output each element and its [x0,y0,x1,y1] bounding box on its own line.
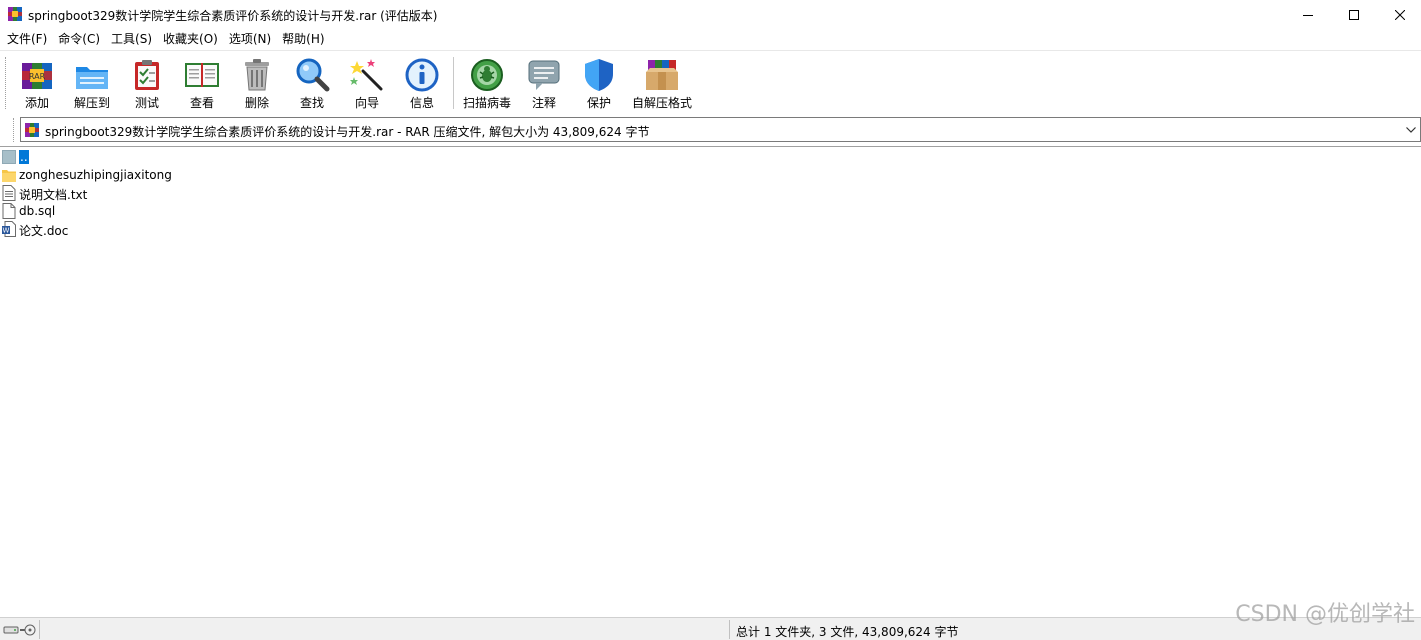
maximize-icon [1349,9,1359,20]
address-bar[interactable]: springboot329数计学院学生综合素质评价系统的设计与开发.rar - … [20,117,1421,142]
comment-button[interactable]: 注释 [522,55,566,111]
status-selection-area [40,620,730,639]
toolbar: RAR 添加 解压到 测试 查看 删除 查找 向导 信息 扫描病毒 注释 保护 … [0,50,1421,114]
status-bar: 总计 1 文件夹, 3 文件, 43,809,624 字节 [0,617,1421,640]
magnifier-icon [296,58,330,92]
delete-button[interactable]: 删除 [235,55,279,111]
delete-label: 删除 [244,96,269,110]
view-button[interactable]: 查看 [180,55,224,111]
find-label: 查找 [299,96,324,110]
text-file-icon [2,185,16,201]
winrar-app-icon[interactable] [8,7,22,21]
test-clipboard-icon [135,60,159,90]
svg-text:RAR: RAR [29,72,46,81]
file-name: db.sql [19,204,56,218]
file-row-txt[interactable]: 说明文档.txt [0,184,300,202]
file-name: .. [19,150,29,164]
shield-icon [585,59,613,91]
blank-file-icon [2,203,16,219]
word-doc-icon: W [2,221,16,237]
title-bar: springboot329数计学院学生综合素质评价系统的设计与开发.rar (评… [0,0,1421,29]
address-bar-grip[interactable] [13,118,16,142]
file-list[interactable]: .. zonghesuzhipingjiaxitong 说明文档.txt db.… [0,146,1421,616]
comment-label: 注释 [531,96,556,110]
comment-icon [528,60,560,90]
menu-commands[interactable]: 命令(C) [52,29,105,49]
menu-file[interactable]: 文件(F) [1,29,52,49]
virus-scan-label: 扫描病毒 [462,96,511,110]
minimize-icon [1303,14,1313,16]
sfx-box-icon [646,60,678,90]
wizard-label: 向导 [354,96,379,110]
maximize-button[interactable] [1331,0,1377,29]
file-name: 说明文档.txt [19,188,88,202]
find-button[interactable]: 查找 [290,55,334,111]
address-dropdown-button[interactable] [1404,121,1418,139]
sfx-label: 自解压格式 [631,96,692,110]
file-row-parent[interactable]: .. [0,148,300,166]
file-row-sql[interactable]: db.sql [0,202,300,220]
parent-folder-icon [2,150,16,164]
address-bar-container: springboot329数计学院学生综合素质评价系统的设计与开发.rar - … [0,114,1421,146]
toolbar-grip[interactable] [5,57,8,109]
wizard-button[interactable]: 向导 [345,55,389,111]
view-book-icon [185,63,219,87]
view-label: 查看 [189,96,214,110]
close-button[interactable] [1377,0,1421,29]
test-label: 测试 [134,96,159,110]
extract-to-label: 解压到 [73,96,110,110]
file-row-folder[interactable]: zonghesuzhipingjiaxitong [0,166,300,184]
menu-tools[interactable]: 工具(S) [105,29,157,49]
file-name: 论文.doc [19,224,69,238]
watermark-text: CSDN @优创学社 [1235,602,1415,627]
protect-label: 保护 [586,96,611,110]
drive-icon [3,624,36,636]
info-icon [405,58,439,92]
test-button[interactable]: 测试 [125,55,169,111]
protect-button[interactable]: 保护 [577,55,621,111]
trash-icon [245,59,269,91]
window-title: springboot329数计学院学生综合素质评价系统的设计与开发.rar (评… [28,9,438,23]
svg-text:W: W [3,227,10,235]
rar-archive-icon [25,123,39,137]
add-button[interactable]: RAR 添加 [15,55,59,111]
menu-favorites[interactable]: 收藏夹(O) [157,29,223,49]
menu-options[interactable]: 选项(N) [223,29,276,49]
file-name: zonghesuzhipingjiaxitong [19,168,172,182]
info-label: 信息 [409,96,434,110]
toolbar-separator [453,57,455,109]
virus-scan-icon [471,59,503,91]
virus-scan-button[interactable]: 扫描病毒 [460,55,514,111]
wizard-wand-icon [350,59,383,91]
file-row-doc[interactable]: W 论文.doc [0,220,300,238]
folder-icon [2,170,16,182]
sfx-button[interactable]: 自解压格式 [630,55,694,111]
status-drive-area[interactable] [0,620,40,639]
status-summary: 总计 1 文件夹, 3 文件, 43,809,624 字节 [736,625,959,639]
close-icon [1395,9,1405,20]
add-label: 添加 [24,96,49,110]
extract-folder-icon [76,67,108,89]
menu-bar: 文件(F) 命令(C) 工具(S) 收藏夹(O) 选项(N) 帮助(H) [0,29,1421,49]
minimize-button[interactable] [1285,0,1331,29]
menu-help[interactable]: 帮助(H) [276,29,329,49]
extract-to-button[interactable]: 解压到 [68,55,116,111]
info-button[interactable]: 信息 [400,55,444,111]
chevron-down-icon [1406,127,1416,133]
add-archive-icon: RAR [22,63,52,89]
address-text: springboot329数计学院学生综合素质评价系统的设计与开发.rar - … [45,125,650,139]
